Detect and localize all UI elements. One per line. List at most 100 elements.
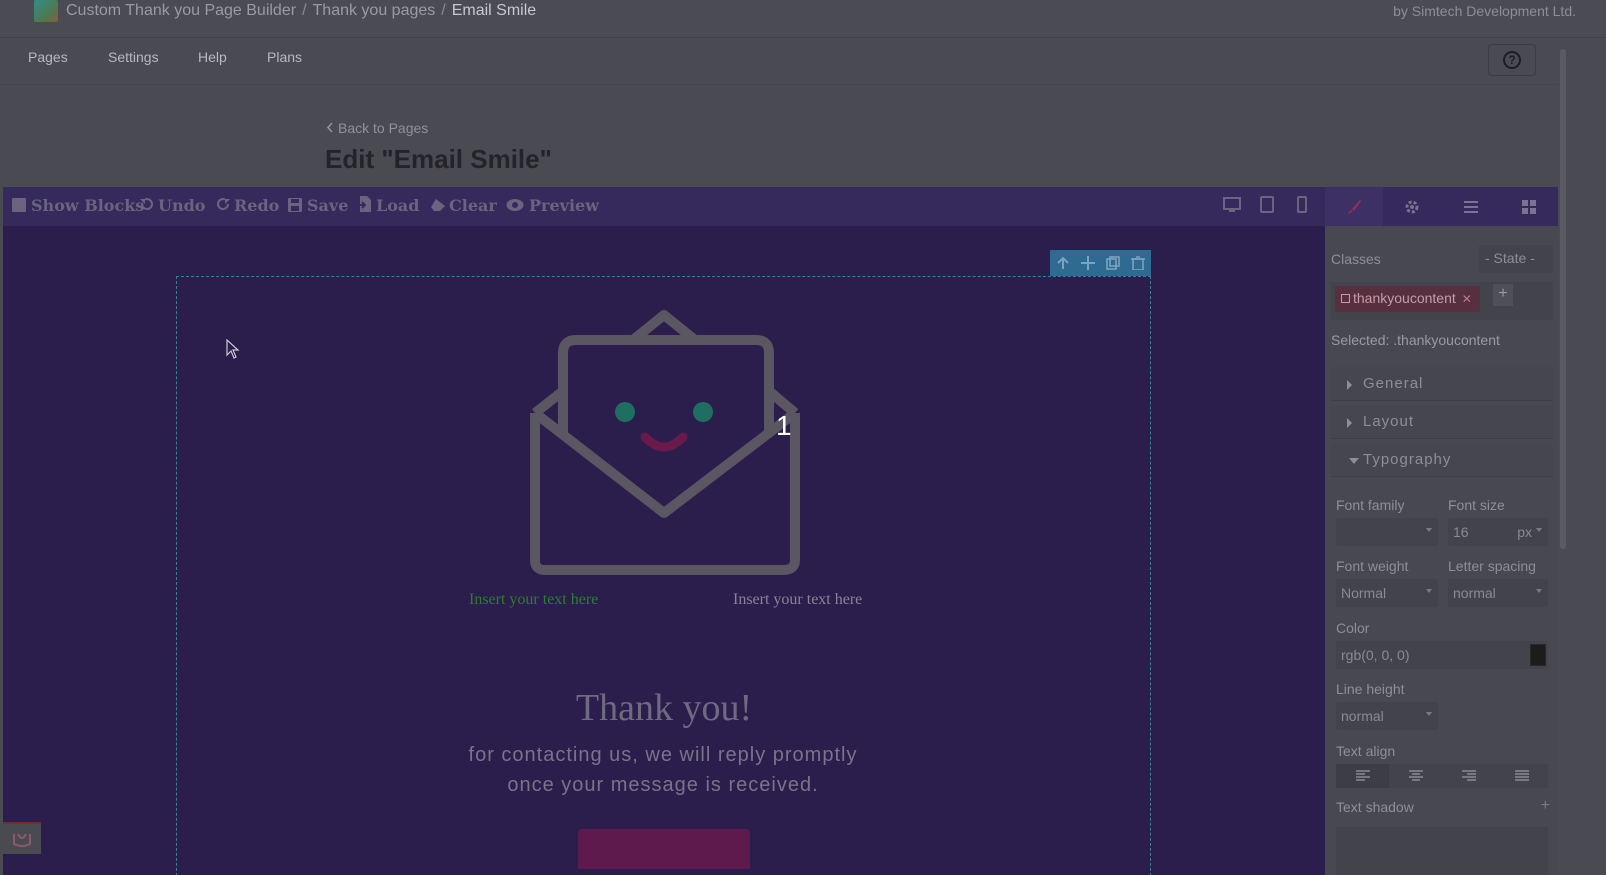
color-swatch[interactable] [1530, 644, 1546, 666]
align-left-icon[interactable] [1336, 764, 1389, 788]
arrow-up-icon[interactable] [1056, 256, 1070, 270]
preview-button[interactable]: Preview [506, 196, 599, 215]
move-icon[interactable] [1080, 256, 1095, 270]
breadcrumb-separator: / [302, 2, 307, 19]
class-selector: thankyoucontent ✕ + [1331, 282, 1553, 320]
trash-icon[interactable] [1131, 256, 1146, 271]
help-button[interactable]: ? [1488, 44, 1536, 76]
clear-button[interactable]: Clear [430, 196, 497, 215]
color-input[interactable]: rgb(0, 0, 0) [1336, 641, 1548, 669]
line-height-value: normal [1341, 708, 1384, 724]
clear-label: Clear [449, 196, 497, 215]
thank-you-line-2: once your message is received. [507, 774, 819, 796]
badge-number: 1 [776, 410, 792, 441]
tablet-icon[interactable] [1258, 196, 1276, 214]
page-editor: Show Blocks Undo Redo Save Load Clear Pr… [3, 187, 1558, 875]
class-tag[interactable]: thankyoucontent ✕ [1335, 286, 1480, 312]
scrollbar-thumb[interactable] [1560, 49, 1566, 549]
thank-you-line-1: for contacting us, we will reply promptl… [468, 744, 858, 766]
font-weight-label: Font weight [1336, 558, 1409, 574]
line-height-input[interactable]: normal [1336, 702, 1438, 730]
align-center-icon[interactable] [1389, 764, 1442, 788]
undo-button[interactable]: Undo [139, 196, 205, 215]
align-right-icon[interactable] [1442, 764, 1495, 788]
text-align-label: Text align [1336, 743, 1396, 759]
editor-toolbar: Show Blocks Undo Redo Save Load Clear Pr… [3, 187, 1325, 226]
redo-button[interactable]: Redo [215, 196, 279, 215]
close-icon[interactable]: ✕ [1462, 292, 1472, 306]
load-button[interactable]: Load [357, 196, 419, 215]
builder-logo-icon[interactable] [3, 822, 41, 854]
envelope-smile-icon [530, 310, 800, 575]
gear-icon[interactable] [1383, 187, 1441, 226]
align-justify-icon[interactable] [1495, 764, 1548, 788]
panel-tabs [1325, 187, 1558, 226]
page-scrollbar[interactable] [1558, 39, 1568, 875]
layers-icon[interactable] [1442, 187, 1500, 226]
square-icon [12, 197, 26, 212]
breadcrumb-thankyou-pages[interactable]: Thank you pages [313, 2, 436, 19]
insert-text-left[interactable]: Insert your text here [469, 591, 598, 609]
section-general[interactable]: General [1331, 367, 1553, 401]
section-general-label: General [1363, 375, 1424, 392]
clone-icon[interactable] [1106, 256, 1120, 270]
letter-spacing-value: normal [1453, 585, 1496, 601]
text-align-group [1336, 764, 1548, 788]
tab-plans[interactable]: Plans [267, 49, 302, 65]
preview-label: Preview [529, 196, 599, 215]
letter-spacing-input[interactable]: normal [1448, 579, 1548, 607]
brush-icon[interactable] [1325, 187, 1384, 226]
app-logo[interactable] [34, 0, 58, 22]
section-layout[interactable]: Layout [1331, 405, 1553, 439]
show-blocks-button[interactable]: Show Blocks [12, 196, 144, 215]
color-value: rgb(0, 0, 0) [1341, 647, 1410, 663]
font-size-input[interactable]: 16 px [1448, 518, 1548, 546]
stepper-icon[interactable] [1426, 712, 1432, 716]
style-manager-panel: Classes - State - thankyoucontent ✕ + Sel… [1325, 187, 1558, 875]
save-label: Save [307, 196, 349, 215]
cta-button[interactable] [578, 829, 750, 869]
save-button[interactable]: Save [288, 196, 348, 215]
font-size-unit[interactable]: px [1517, 524, 1532, 540]
breadcrumb-app[interactable]: Custom Thank you Page Builder [66, 2, 296, 19]
tab-help[interactable]: Help [198, 49, 227, 65]
font-weight-select[interactable]: Normal [1336, 579, 1438, 607]
text-shadow-label: Text shadow [1336, 799, 1414, 815]
state-select-value: - State - [1485, 250, 1535, 266]
breadcrumb: Custom Thank you Page Builder / Thank you … [66, 2, 536, 20]
vendor-label: by Simtech Development Ltd. [1393, 3, 1576, 19]
caret-down-icon [1349, 458, 1359, 464]
stepper-icon[interactable] [1536, 528, 1542, 532]
floppy-icon [288, 197, 302, 212]
editor-canvas[interactable]: 1 Insert your text here Insert your text… [3, 226, 1325, 875]
add-class-button[interactable]: + [1493, 284, 1513, 306]
add-text-shadow-button[interactable]: + [1541, 797, 1550, 815]
class-tag-label: thankyoucontent [1353, 290, 1456, 306]
font-family-select[interactable] [1336, 518, 1438, 546]
line-height-label: Line height [1336, 681, 1405, 697]
blocks-icon[interactable] [1500, 187, 1558, 226]
file-import-icon [357, 196, 371, 212]
insert-text-right[interactable]: Insert your text here [733, 591, 862, 609]
class-checkbox-icon[interactable] [1341, 294, 1350, 303]
tab-pages[interactable]: Pages [28, 49, 68, 65]
caret-right-icon [1347, 380, 1352, 390]
breadcrumb-separator: / [441, 2, 446, 19]
thank-you-message[interactable]: for contacting us, we will reply promptl… [403, 740, 923, 800]
color-label: Color [1336, 620, 1370, 636]
desktop-icon[interactable] [1223, 196, 1241, 214]
back-to-pages-link[interactable]: Back to Pages [326, 120, 428, 136]
font-family-label: Font family [1336, 497, 1405, 513]
mobile-icon[interactable] [1293, 196, 1311, 214]
stepper-icon[interactable] [1536, 589, 1542, 593]
font-size-label: Font size [1448, 497, 1505, 513]
text-shadow-list [1336, 827, 1548, 875]
section-layout-label: Layout [1363, 413, 1415, 430]
font-size-value: 16 [1453, 524, 1469, 540]
state-select[interactable]: - State - [1479, 245, 1553, 273]
undo-label: Undo [158, 196, 206, 215]
thank-you-heading[interactable]: Thank you! [3, 686, 1325, 730]
chevron-down-icon [1426, 589, 1432, 593]
tab-settings[interactable]: Settings [108, 49, 159, 65]
section-typography[interactable]: Typography [1331, 443, 1553, 477]
